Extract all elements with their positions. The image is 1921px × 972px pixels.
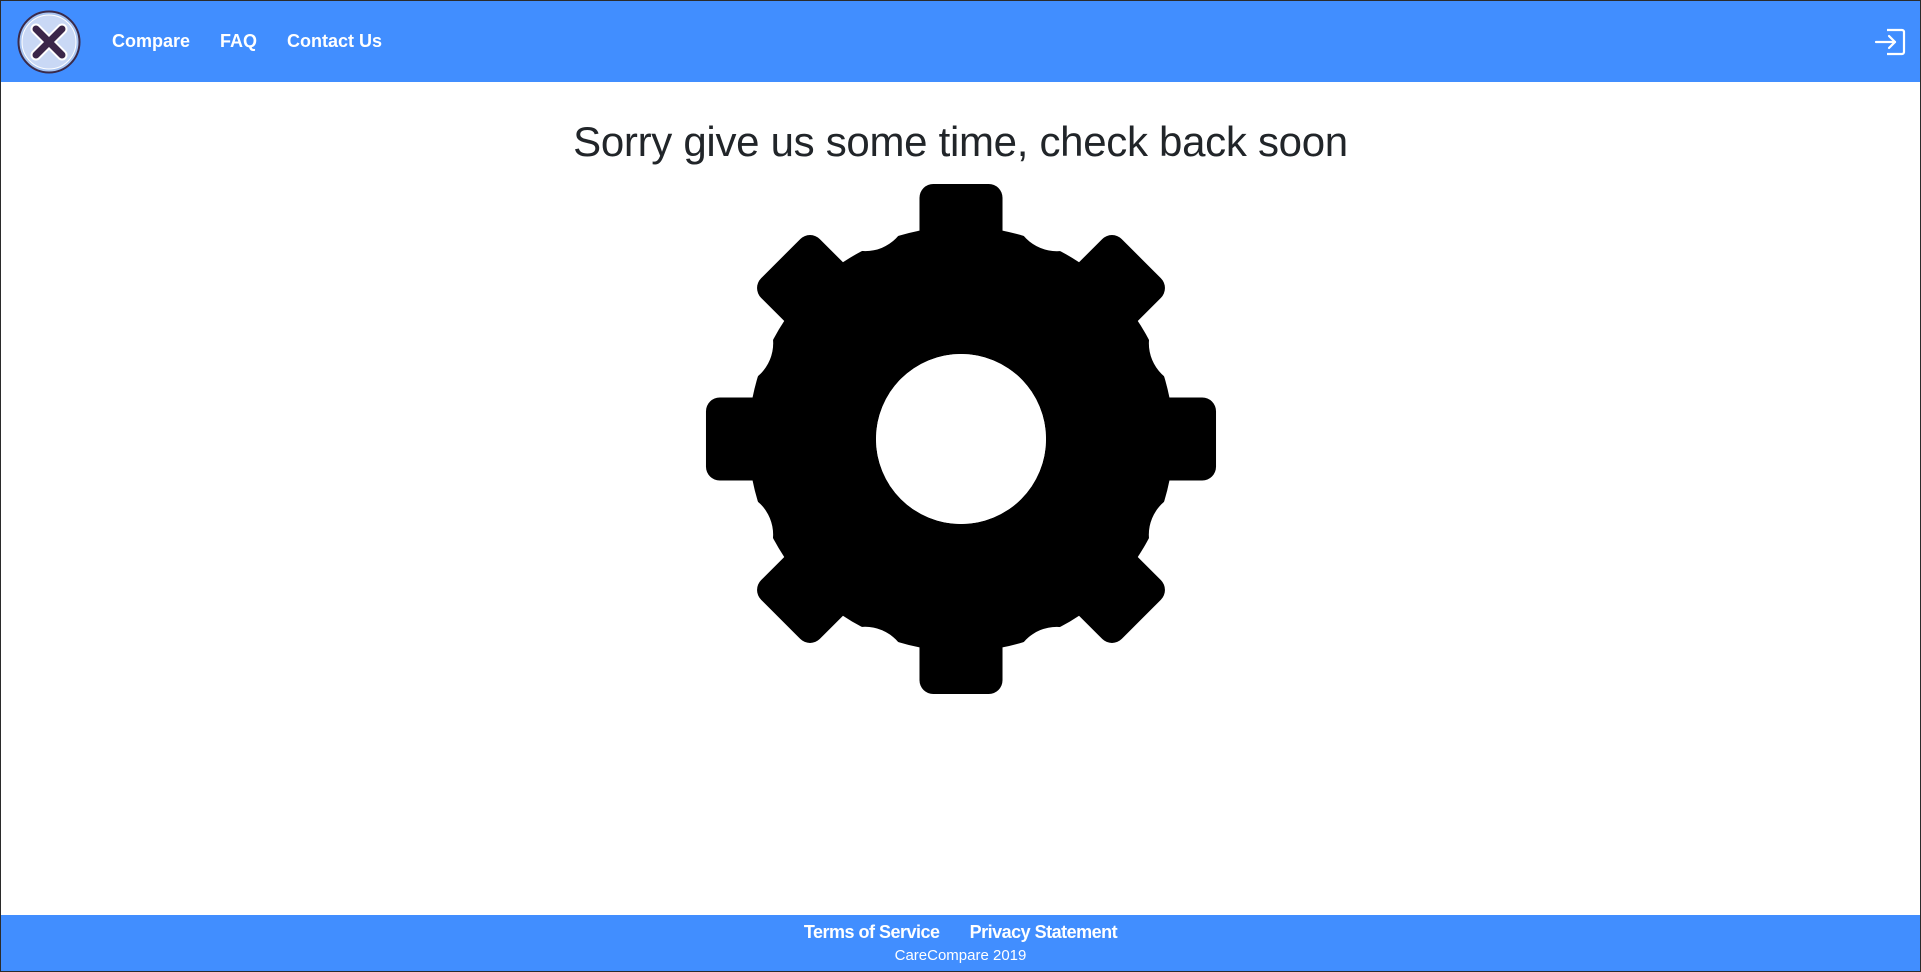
close-x-logo-icon (17, 10, 81, 74)
gear-icon (704, 182, 1218, 696)
nav-link-compare[interactable]: Compare (112, 31, 190, 52)
nav-link-faq[interactable]: FAQ (220, 31, 257, 52)
copyright-text: CareCompare 2019 (894, 947, 1027, 964)
logo[interactable] (17, 10, 81, 74)
top-navbar: Compare FAQ Contact Us (1, 1, 1920, 82)
main-nav: Compare FAQ Contact Us (112, 1, 382, 82)
page-heading: Sorry give us some time, check back soon (573, 118, 1348, 165)
nav-link-contact-us[interactable]: Contact Us (287, 31, 382, 52)
privacy-statement-link[interactable]: Privacy Statement (970, 922, 1118, 943)
sign-in-icon (1874, 28, 1906, 56)
main-content: Sorry give us some time, check back soon (1, 82, 1920, 915)
terms-of-service-link[interactable]: Terms of Service (804, 922, 940, 943)
page: Compare FAQ Contact Us Sorry give us som… (0, 0, 1921, 972)
login-button[interactable] (1874, 27, 1906, 57)
footer-links: Terms of Service Privacy Statement (1, 915, 1920, 946)
footer: Terms of Service Privacy Statement CareC… (1, 915, 1920, 971)
